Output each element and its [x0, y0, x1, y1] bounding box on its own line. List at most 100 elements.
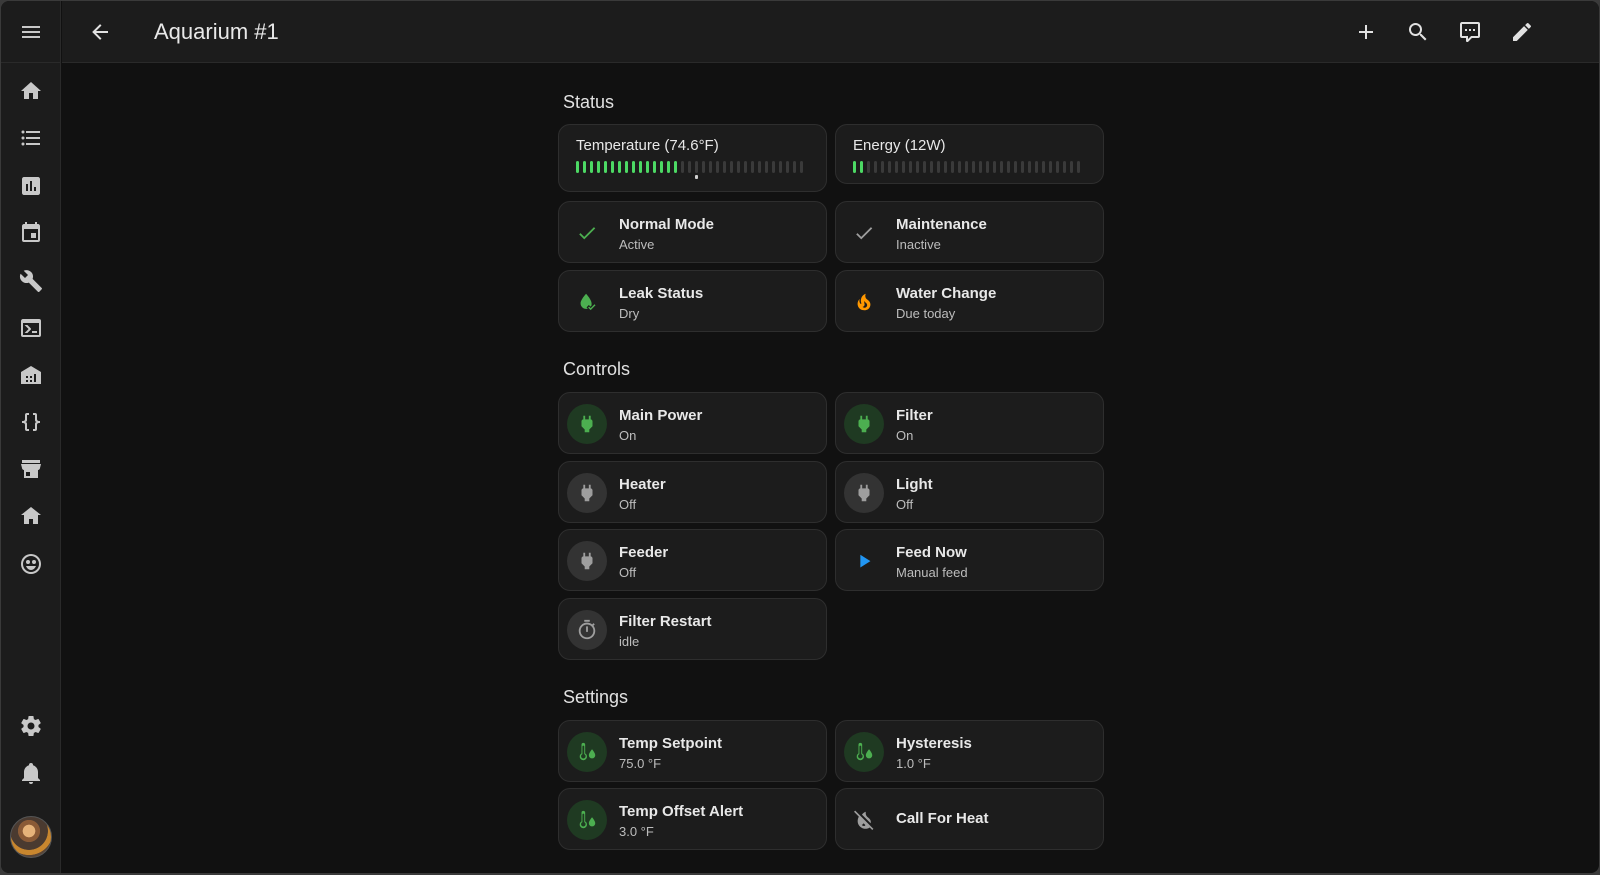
water-change-card[interactable]: Water Change Due today [835, 270, 1104, 332]
gauge-segment [972, 161, 975, 173]
gauge-segment [695, 161, 698, 173]
gauge-segment [923, 161, 926, 173]
normal-mode-card[interactable]: Normal Mode Active [558, 201, 827, 263]
gauge-segment [730, 161, 733, 173]
gauge-segment [723, 161, 726, 173]
check-icon [844, 213, 884, 253]
gauge-segment [737, 161, 740, 173]
assist-button[interactable] [1448, 10, 1492, 54]
gauge-segment [916, 161, 919, 173]
pencil-icon [1513, 22, 1532, 41]
gauge-segment [958, 161, 961, 173]
gauge-segment [930, 161, 933, 173]
gauge-segment [874, 161, 877, 173]
entity-name: Water Change [896, 285, 997, 302]
entity-state: idle [619, 634, 640, 649]
edit-button[interactable] [1500, 10, 1544, 54]
section-title-settings: Settings [563, 687, 629, 707]
fire-off-icon [844, 800, 884, 840]
entity-name: Heater [619, 476, 666, 493]
entity-state: Inactive [896, 237, 941, 252]
filter-restart-card[interactable]: Filter Restart idle [558, 598, 827, 660]
gauge-segment [744, 161, 747, 173]
temp-setpoint-card[interactable]: Temp Setpoint 75.0 °F [558, 720, 827, 782]
leak-status-card[interactable]: Leak Status Dry [558, 270, 827, 332]
entity-state: 1.0 °F [896, 756, 931, 771]
power-plug-icon [567, 473, 607, 513]
gauge-segment [881, 161, 884, 173]
entity-state: Off [896, 497, 914, 512]
power-plug-icon [844, 473, 884, 513]
temperature-bar-gauge [576, 161, 803, 173]
gauge-segment [709, 161, 712, 173]
search-button[interactable] [1396, 10, 1440, 54]
entity-state: Due today [896, 306, 956, 321]
back-button[interactable] [78, 10, 122, 54]
gauge-segment [660, 161, 663, 173]
gauge-segment [576, 161, 579, 173]
section-title-status: Status [563, 92, 615, 112]
energy-bar-gauge [853, 161, 1080, 173]
gauge-segment [618, 161, 621, 173]
feed-now-card[interactable]: Feed Now Manual feed [835, 529, 1104, 591]
dashboard-content: Status Temperature (74.6°F) Energy (12W)… [1, 63, 1599, 873]
energy-gauge-card[interactable]: Energy (12W) [835, 124, 1104, 184]
menu-button[interactable] [1, 1, 60, 63]
entity-name: Feeder [619, 544, 669, 561]
gauge-segment [758, 161, 761, 173]
gauge-segment [1077, 161, 1080, 173]
section-title-controls: Controls [563, 359, 631, 379]
thermometer-water-icon [844, 732, 884, 772]
gauge-segment [1042, 161, 1045, 173]
gauge-segment [639, 161, 642, 173]
gauge-segment [853, 161, 856, 173]
gauge-segment [993, 161, 996, 173]
entity-state: Off [619, 565, 637, 580]
feeder-card[interactable]: Feeder Off [558, 529, 827, 591]
gauge-segment [590, 161, 593, 173]
main-power-card[interactable]: Main Power On [558, 392, 827, 454]
gauge-segment [688, 161, 691, 173]
gauge-segment [793, 161, 796, 173]
power-plug-icon [567, 541, 607, 581]
page-title: Aquarium #1 [154, 19, 279, 44]
gauge-segment [751, 161, 754, 173]
gauge-segment [800, 161, 803, 173]
assist-icon [1460, 22, 1480, 42]
gauge-segment [860, 161, 863, 173]
timer-icon [567, 610, 607, 650]
entity-state: Active [619, 237, 655, 252]
entity-name: Main Power [619, 407, 703, 424]
entity-name: Filter [896, 407, 933, 424]
gauge-segment [1049, 161, 1052, 173]
hysteresis-card[interactable]: Hysteresis 1.0 °F [835, 720, 1104, 782]
temp-offset-alert-card[interactable]: Temp Offset Alert 3.0 °F [558, 788, 827, 850]
entity-name: Maintenance [896, 216, 987, 233]
entity-state: Off [619, 497, 637, 512]
gauge-segment [674, 161, 677, 173]
temperature-gauge-card[interactable]: Temperature (74.6°F) [558, 124, 827, 192]
add-button[interactable] [1344, 10, 1388, 54]
entity-state: Manual feed [896, 565, 968, 580]
gauge-segment [779, 161, 782, 173]
entity-state: On [619, 428, 637, 443]
filter-card[interactable]: Filter On [835, 392, 1104, 454]
temperature-marker [695, 175, 698, 179]
gauge-segment [895, 161, 898, 173]
entity-name: Feed Now [896, 544, 967, 561]
gauge-segment [632, 161, 635, 173]
search-icon [1409, 23, 1427, 41]
energy-label: Energy (12W) [853, 137, 946, 154]
gauge-segment [772, 161, 775, 173]
gauge-segment [597, 161, 600, 173]
power-plug-icon [844, 404, 884, 444]
gauge-segment [1021, 161, 1024, 173]
gauge-segment [951, 161, 954, 173]
maintenance-card[interactable]: Maintenance Inactive [835, 201, 1104, 263]
gauge-segment [1063, 161, 1066, 173]
light-card[interactable]: Light Off [835, 461, 1104, 523]
heater-card[interactable]: Heater Off [558, 461, 827, 523]
check-icon [567, 213, 607, 253]
gauge-segment [937, 161, 940, 173]
call-for-heat-card[interactable]: Call For Heat [835, 788, 1104, 850]
